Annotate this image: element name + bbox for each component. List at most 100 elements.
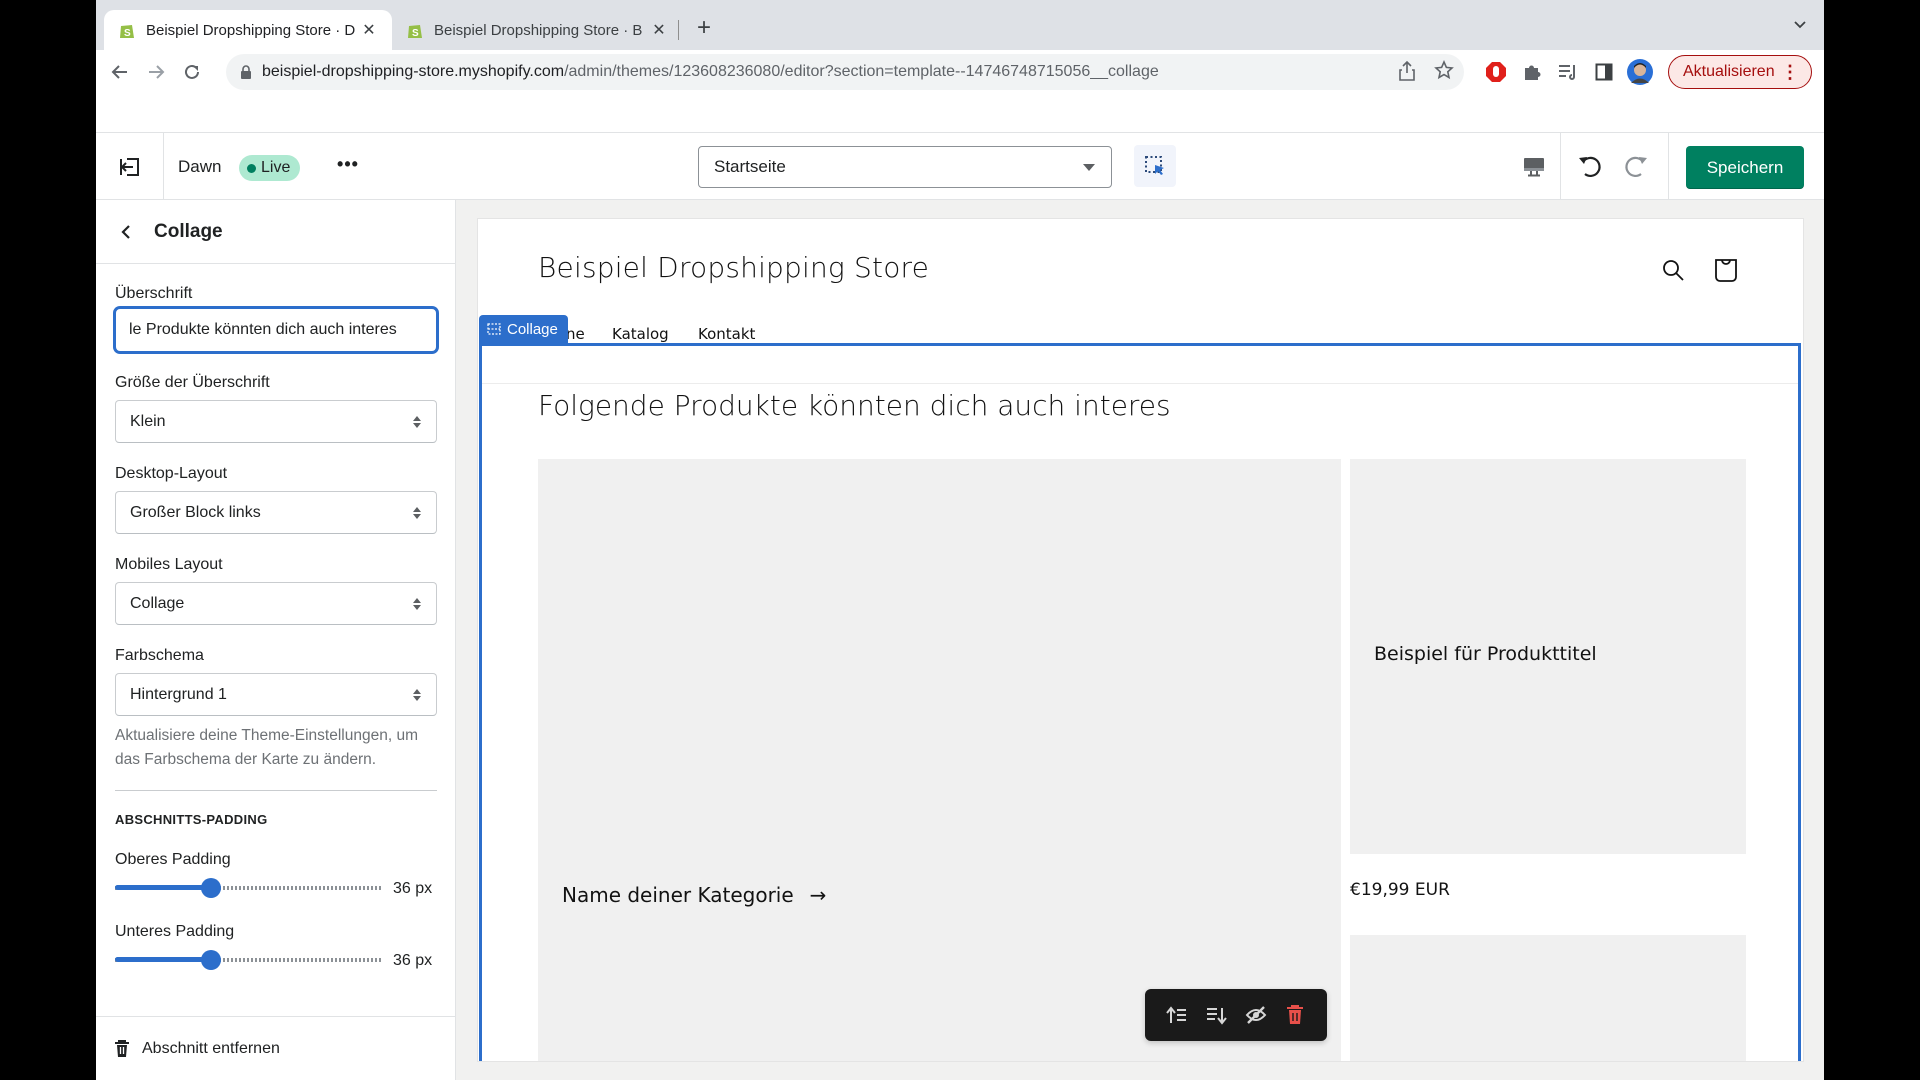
desktop-layout-value: Großer Block links: [130, 503, 261, 521]
move-up-icon: [1165, 1006, 1186, 1023]
desktop-layout-select[interactable]: Großer Block links: [115, 491, 437, 534]
section-tag-label: Collage: [507, 320, 558, 338]
select-arrows-icon: [413, 507, 421, 519]
color-scheme-label: Farbschema: [115, 647, 204, 664]
editor-topbar: Dawn Live ••• Startseite Speichern: [96, 132, 1824, 200]
shopify-favicon-icon: S: [118, 21, 136, 39]
select-cursor-icon: [1145, 156, 1164, 175]
slider-thumb[interactable]: [201, 950, 222, 970]
browser-toolbar: beispiel-dropshipping-store.myshopify.co…: [96, 50, 1824, 95]
heading-input[interactable]: [114, 307, 438, 353]
divider: [115, 790, 437, 791]
theme-actions-button[interactable]: •••: [332, 153, 364, 181]
slider-thumb[interactable]: [201, 878, 222, 898]
undo-icon: [1579, 156, 1601, 177]
status-badge-label: Live: [261, 159, 291, 176]
color-scheme-help: Aktualisiere deine Theme-Einstellungen, …: [115, 727, 418, 768]
live-dot-icon: [247, 163, 256, 173]
nav-link-home[interactable]: ne: [566, 325, 585, 343]
status-badge: Live: [239, 155, 301, 181]
close-tab-icon[interactable]: ✕: [360, 20, 378, 40]
save-button[interactable]: Speichern: [1686, 146, 1804, 189]
heading-label: Überschrift: [115, 285, 193, 302]
heading-size-label: Größe der Überschrift: [115, 374, 270, 391]
browser-menu-icon[interactable]: ⋮: [1781, 62, 1799, 82]
update-label: Aktualisieren: [1683, 63, 1775, 80]
close-tab-icon[interactable]: ✕: [650, 20, 668, 40]
reload-button[interactable]: [178, 58, 206, 86]
tab-search-button[interactable]: [1794, 16, 1806, 32]
update-browser-button[interactable]: Aktualisieren ⋮: [1668, 55, 1812, 89]
media-playlist-icon[interactable]: [1554, 58, 1582, 86]
bookmark-star-icon[interactable]: [1434, 60, 1454, 87]
store-preview: Beispiel Dropshipping Store ne Katalog K…: [478, 219, 1803, 1061]
browser-tab[interactable]: S Beispiel Dropshipping Store · B ✕: [392, 10, 682, 50]
mobile-layout-select[interactable]: Collage: [115, 582, 437, 625]
color-scheme-select[interactable]: Hintergrund 1: [115, 673, 437, 716]
padding-section-heading: ABSCHNITTS-PADDING: [115, 812, 268, 827]
redo-button[interactable]: [1618, 149, 1654, 185]
top-padding-slider[interactable]: [115, 878, 383, 898]
browser-tab-strip: S Beispiel Dropshipping Store · D ✕ S Be…: [96, 0, 1824, 50]
select-arrows-icon: [413, 598, 421, 610]
inspector-toggle-button[interactable]: [1134, 145, 1176, 187]
adblock-extension-icon[interactable]: [1482, 58, 1510, 86]
url-path: /admin/themes/123608236080/editor?sectio…: [564, 63, 1159, 80]
screen: S Beispiel Dropshipping Store · D ✕ S Be…: [96, 0, 1824, 1080]
move-down-icon: [1207, 1008, 1228, 1025]
hide-section-button[interactable]: [1241, 1000, 1271, 1030]
section-icon: [487, 323, 501, 335]
browser-tab-active[interactable]: S Beispiel Dropshipping Store · D ✕: [104, 10, 392, 50]
arrow-right-icon: [149, 65, 165, 79]
shopify-favicon-icon: S: [406, 21, 424, 39]
svg-text:S: S: [124, 28, 131, 39]
search-icon[interactable]: [1658, 255, 1688, 285]
undo-button[interactable]: [1572, 149, 1608, 185]
bottom-padding-value: 36 px: [393, 952, 433, 969]
cart-icon[interactable]: [1711, 255, 1741, 285]
heading-size-select[interactable]: Klein: [115, 400, 437, 443]
section-settings-sidebar: Collage Überschrift Größe der Überschrif…: [96, 200, 456, 1080]
desktop-icon: [1524, 158, 1544, 177]
extensions-puzzle-icon[interactable]: [1518, 58, 1546, 86]
eye-slash-icon: [1245, 1006, 1267, 1024]
top-padding-value: 36 px: [393, 880, 433, 897]
trash-icon: [1287, 1005, 1304, 1024]
mobile-layout-value: Collage: [130, 594, 185, 612]
share-icon[interactable]: [1398, 60, 1416, 87]
exit-editor-button[interactable]: [96, 133, 164, 200]
exit-icon: [119, 157, 139, 176]
lock-icon: [241, 65, 251, 79]
nav-link-contact[interactable]: Kontakt: [698, 325, 755, 343]
divider: [1668, 133, 1669, 200]
reload-icon: [185, 64, 199, 79]
svg-text:S: S: [412, 28, 419, 39]
chevron-left-icon: [121, 225, 130, 239]
new-tab-button[interactable]: +: [690, 14, 718, 42]
section-actions-toolbar: [1145, 989, 1327, 1041]
nav-link-catalog[interactable]: Katalog: [612, 325, 669, 343]
address-bar[interactable]: beispiel-dropshipping-store.myshopify.co…: [226, 54, 1464, 90]
desktop-preview-button[interactable]: [1516, 149, 1552, 185]
remove-section-button[interactable]: Abschnitt entfernen: [96, 1016, 456, 1080]
url-host: beispiel-dropshipping-store.myshopify.co…: [262, 63, 565, 80]
move-down-button[interactable]: [1201, 1000, 1231, 1030]
back-button[interactable]: [106, 58, 134, 86]
sidebar-title: Collage: [154, 221, 223, 242]
mobile-layout-label: Mobiles Layout: [115, 556, 223, 573]
forward-button[interactable]: [142, 58, 170, 86]
move-up-button[interactable]: [1162, 1000, 1192, 1030]
profile-avatar[interactable]: [1626, 58, 1654, 86]
bottom-padding-slider[interactable]: [115, 950, 383, 970]
side-panel-icon[interactable]: [1590, 58, 1618, 86]
section-tag[interactable]: Collage: [479, 315, 568, 343]
caret-down-icon: [1083, 164, 1095, 171]
page-selector[interactable]: Startseite: [698, 146, 1112, 188]
back-button[interactable]: [114, 220, 138, 244]
color-scheme-value: Hintergrund 1: [130, 685, 227, 703]
delete-section-button[interactable]: [1280, 1000, 1310, 1030]
store-name[interactable]: Beispiel Dropshipping Store: [538, 251, 929, 284]
divider: [1560, 133, 1561, 200]
tab-separator: [678, 20, 679, 40]
tab-title: Beispiel Dropshipping Store · B: [434, 21, 643, 39]
